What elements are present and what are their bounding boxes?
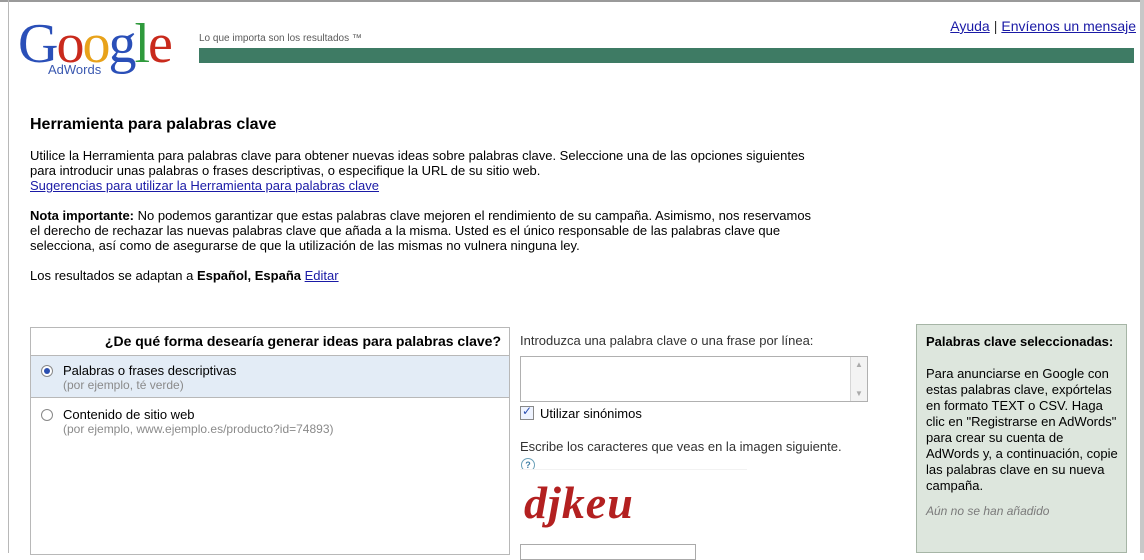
radio-descriptive-words[interactable]: [41, 365, 53, 377]
important-note: Nota importante: No podemos garantizar q…: [30, 208, 820, 253]
top-links: Ayuda | Envíenos un mensaje: [950, 18, 1136, 34]
option-label: Contenido de sitio web: [63, 407, 195, 422]
use-synonyms-checkbox[interactable]: [520, 404, 534, 420]
option-website-content[interactable]: Contenido de sitio web (por ejemplo, www…: [31, 398, 509, 437]
note-text: No podemos garantizar que estas palabras…: [30, 208, 812, 253]
radio-website-content[interactable]: [41, 409, 53, 421]
option-descriptive-words[interactable]: Palabras o frases descriptivas (por ejem…: [31, 356, 509, 398]
header-bar: [199, 48, 1134, 63]
use-synonyms-option[interactable]: Utilizar sinónimos: [520, 404, 642, 421]
keyword-entry-panel: Introduzca una palabra clave o una frase…: [518, 327, 908, 560]
keywords-textarea[interactable]: ▲ ▼: [520, 356, 868, 402]
textarea-scrollbar[interactable]: ▲ ▼: [850, 357, 867, 401]
selected-keywords-title: Palabras clave seleccionadas:: [926, 334, 1114, 349]
edit-language-link[interactable]: Editar: [305, 268, 339, 283]
results-language-value: Español, España: [196, 268, 301, 283]
idea-source-panel: ¿De qué forma desearía generar ideas par…: [30, 327, 510, 555]
page-title: Herramienta para palabras clave: [30, 116, 277, 133]
idea-source-question: ¿De qué forma desearía generar ideas par…: [31, 328, 509, 356]
keywords-label: Introduzca una palabra clave o una frase…: [520, 333, 814, 348]
note-label: Nota importante:: [30, 208, 134, 223]
scroll-up-arrow-icon[interactable]: ▲: [855, 360, 863, 369]
selected-keywords-empty: Aún no se han añadido: [926, 504, 1050, 518]
intro-block: Utilice la Herramienta para palabras cla…: [30, 148, 820, 193]
selected-keywords-panel: Palabras clave seleccionadas: Para anunc…: [916, 324, 1127, 553]
link-separator: |: [993, 18, 998, 34]
window-left-border: [8, 0, 9, 553]
window-right-border: [1140, 0, 1144, 553]
send-message-link[interactable]: Envíenos un mensaje: [1001, 18, 1136, 34]
scroll-down-arrow-icon[interactable]: ▼: [855, 389, 863, 398]
tagline: Lo que importa son los resultados ™: [199, 33, 362, 44]
intro-text: Utilice la Herramienta para palabras cla…: [30, 148, 805, 178]
captcha-characters: djkeu: [524, 477, 634, 528]
captcha-instructions: Escribe los caracteres que veas en la im…: [520, 439, 842, 454]
results-language: Los resultados se adaptan a Español, Esp…: [30, 268, 820, 283]
main-content: Herramienta para palabras clave Utilice …: [30, 116, 820, 283]
tips-link[interactable]: Sugerencias para utilizar la Herramienta…: [30, 178, 379, 193]
results-prefix: Los resultados se adaptan a: [30, 268, 197, 283]
help-link[interactable]: Ayuda: [950, 18, 989, 34]
window-top-border: [0, 0, 1144, 2]
use-synonyms-label: Utilizar sinónimos: [540, 406, 642, 421]
option-example: (por ejemplo, té verde): [63, 378, 184, 392]
logo-adwords-label: AdWords: [48, 62, 102, 77]
captcha-image: djkeu: [520, 469, 747, 540]
captcha-input[interactable]: [520, 544, 696, 560]
google-adwords-logo[interactable]: Google AdWords: [18, 14, 186, 80]
option-example: (por ejemplo, www.ejemplo.es/producto?id…: [63, 422, 334, 436]
selected-keywords-help: Para anunciarse en Google con estas pala…: [926, 366, 1118, 493]
option-label: Palabras o frases descriptivas: [63, 363, 237, 378]
